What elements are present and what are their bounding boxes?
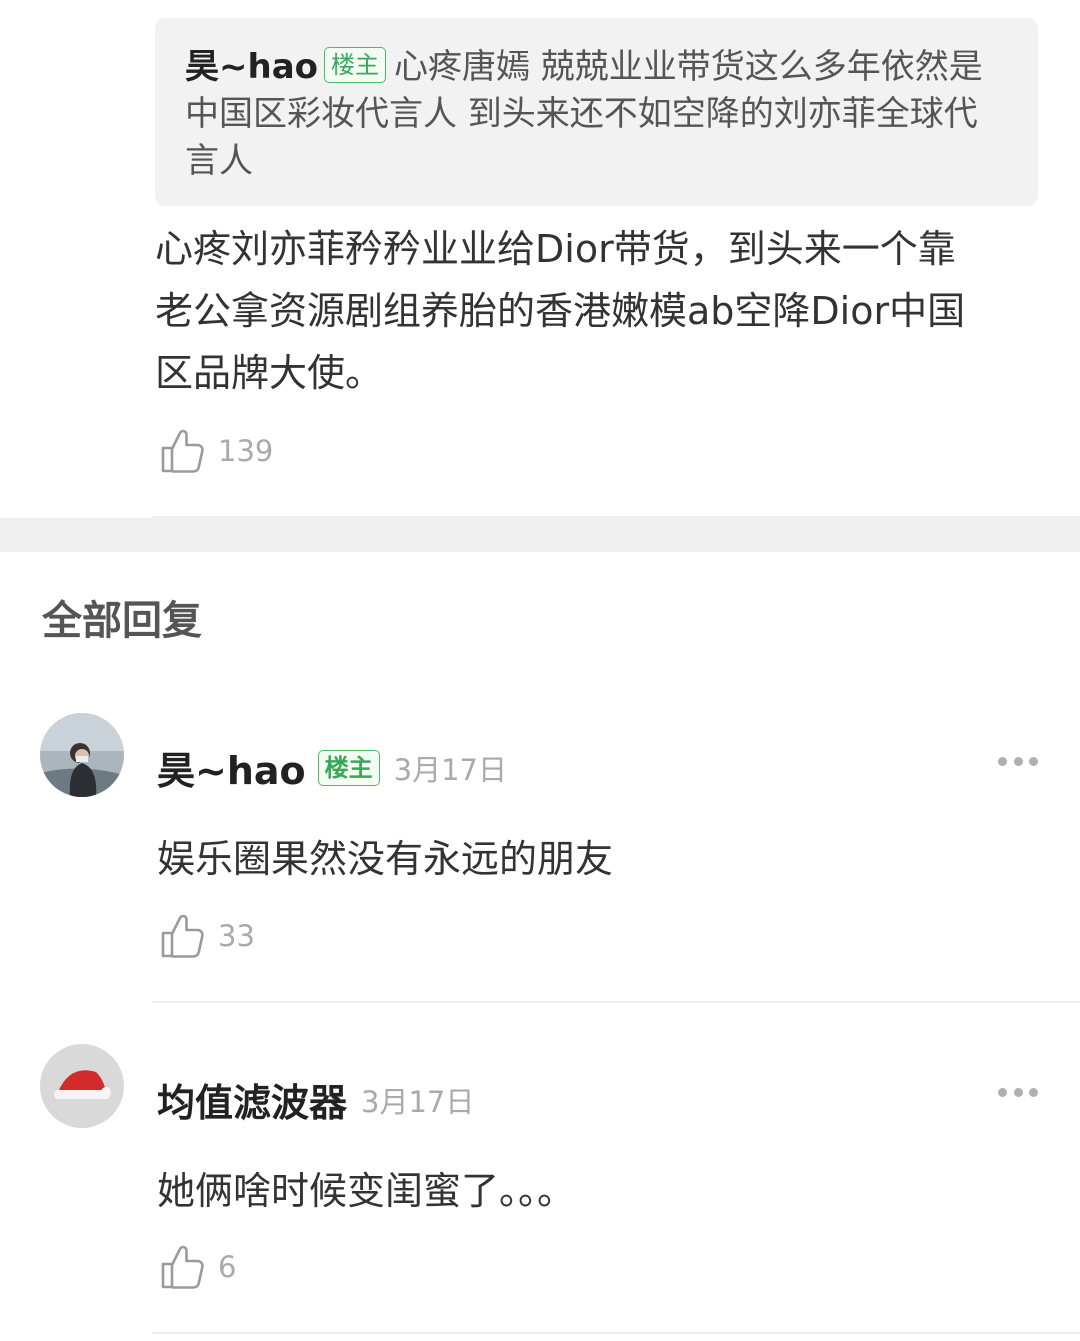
dot-icon	[1029, 1088, 1038, 1097]
more-options-button[interactable]	[998, 757, 1038, 769]
reply-date: 3月17日	[361, 1084, 475, 1119]
avatar[interactable]	[40, 713, 124, 797]
reply-author[interactable]: 均值滤波器	[157, 1072, 347, 1127]
dot-icon	[1013, 1088, 1023, 1097]
reply-author[interactable]: 昊~hao	[157, 740, 306, 795]
reply-author-row: 均值滤波器 3月17日	[157, 1072, 474, 1127]
thumbs-up-icon	[161, 1245, 204, 1289]
top-reply-line: 区品牌大使。	[155, 351, 384, 395]
dot-icon	[1029, 757, 1038, 766]
avatar-santa-hat-icon	[40, 1044, 124, 1128]
divider	[152, 1001, 1080, 1003]
section-separator	[0, 518, 1080, 552]
avatar-photo-person-icon	[40, 713, 124, 797]
top-reply-text: 心疼刘亦菲矜矜业业给Dior带货，到头来一个靠 老公拿资源剧组养胎的香港嫩模ab…	[155, 218, 1035, 404]
section-title: 全部回复	[42, 598, 202, 644]
like-count: 6	[218, 1250, 237, 1284]
quoted-author[interactable]: 昊~hao	[185, 47, 318, 87]
thumbs-up-icon	[161, 914, 204, 958]
op-badge: 楼主	[317, 749, 380, 786]
thumbs-up-icon	[161, 429, 204, 473]
dot-icon	[998, 1088, 1007, 1097]
quoted-comment[interactable]: 昊~hao 楼主 心疼唐嫣 兢兢业业带货这么多年依然是中国区彩妆代言人 到头来还不如…	[155, 18, 1038, 206]
like-count: 139	[218, 434, 274, 468]
reply-text: 她俩啥时候变闺蜜了。。。	[157, 1169, 576, 1213]
dot-icon	[1013, 757, 1023, 766]
divider	[152, 1332, 1080, 1334]
op-badge: 楼主	[324, 46, 386, 83]
reply-author-row: 昊~hao 楼主 3月17日	[157, 740, 507, 795]
reply-text: 娱乐圈果然没有永远的朋友	[157, 837, 614, 881]
reply-date: 3月17日	[393, 752, 508, 787]
like-button[interactable]: 6	[160, 1244, 236, 1290]
top-reply-line: 心疼刘亦菲矜矜业业给Dior带货，到头来一个靠	[155, 227, 956, 271]
avatar[interactable]	[40, 1044, 124, 1128]
more-options-button[interactable]	[998, 1088, 1038, 1100]
quoted-comment-text: 昊~hao 楼主 心疼唐嫣 兢兢业业带货这么多年依然是中国区彩妆代言人 到头来还不如…	[185, 44, 1008, 185]
like-count: 33	[218, 919, 255, 953]
top-reply-line: 老公拿资源剧组养胎的香港嫩模ab空降Dior中国	[155, 289, 966, 333]
like-button[interactable]: 33	[160, 913, 255, 959]
dot-icon	[998, 757, 1007, 766]
like-button[interactable]: 139	[160, 428, 273, 474]
